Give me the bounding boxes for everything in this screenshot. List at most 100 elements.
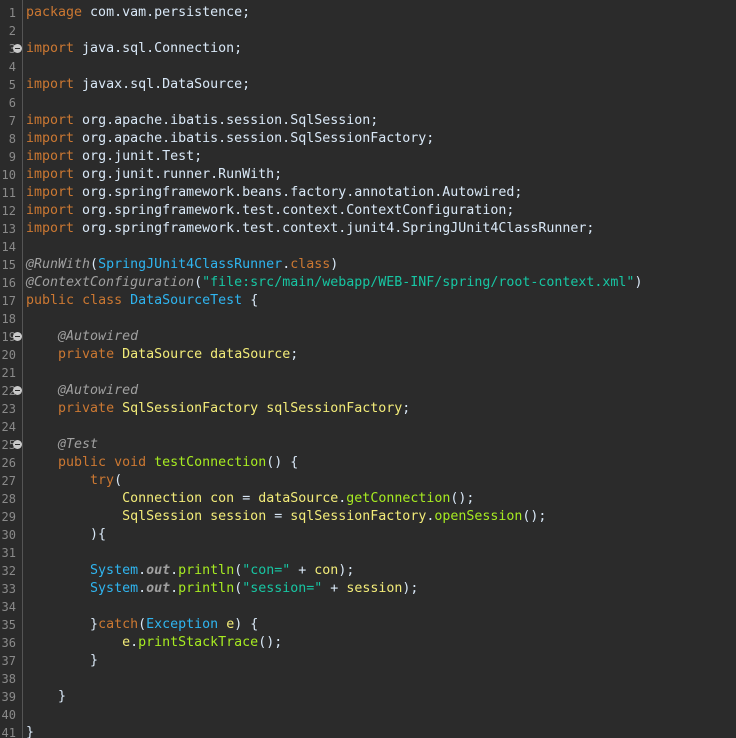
code-token: public: [58, 455, 107, 470]
line-number: 6: [8, 96, 16, 110]
line-number: 32: [1, 564, 16, 578]
code-token: e: [122, 635, 131, 650]
code-line[interactable]: 12 import org.springframework.test.contex…: [0, 202, 736, 220]
code-token: "session=": [242, 581, 323, 596]
code-token: @RunWith: [26, 257, 91, 272]
code-token: =: [266, 509, 291, 524]
code-token: void: [114, 455, 147, 470]
code-line[interactable]: 9 import org.junit.Test;: [0, 148, 736, 166]
line-number: 23: [1, 402, 16, 416]
code-token: private: [58, 347, 115, 362]
code-token: import: [26, 221, 75, 236]
line-number: 24: [1, 420, 16, 434]
code-token: .: [282, 257, 291, 272]
code-token: @Autowired: [58, 329, 139, 344]
code-token: java.sql.Connection;: [74, 41, 243, 56]
code-text: }: [26, 652, 98, 670]
code-text: import org.apache.ibatis.session.SqlSess…: [26, 112, 378, 130]
line-number: 20: [1, 348, 16, 362]
code-line[interactable]: 41}: [0, 724, 736, 738]
code-token: package: [26, 5, 83, 20]
code-line[interactable]: 30 ){: [0, 526, 736, 544]
code-token: }: [26, 653, 99, 668]
code-token: Connection: [122, 491, 203, 506]
line-number: 1: [8, 6, 16, 20]
code-line[interactable]: 27 try(: [0, 472, 736, 490]
code-line[interactable]: 33 System.out.println("session=" + sessi…: [0, 580, 736, 598]
fold-collapse-icon[interactable]: [13, 440, 22, 449]
code-line[interactable]: 21: [0, 364, 736, 382]
code-token: .: [170, 581, 179, 596]
code-line[interactable]: 14: [0, 238, 736, 256]
code-text: System.out.println("con=" + con);: [26, 562, 354, 580]
code-line[interactable]: 38: [0, 670, 736, 688]
code-line[interactable]: 28 Connection con = dataSource.getConnec…: [0, 490, 736, 508]
code-text: public void testConnection() {: [26, 454, 298, 472]
line-number: 5: [8, 78, 16, 92]
code-token: import: [26, 41, 75, 56]
code-token: import: [26, 77, 75, 92]
line-number: 33: [1, 582, 16, 596]
code-token: ();: [522, 509, 547, 524]
fold-collapse-icon[interactable]: [13, 332, 22, 341]
code-line[interactable]: 40: [0, 706, 736, 724]
code-line[interactable]: 3import java.sql.Connection;: [0, 40, 736, 58]
code-line[interactable]: 18: [0, 310, 736, 328]
code-line[interactable]: 19 @Autowired: [0, 328, 736, 346]
code-token: testConnection: [154, 455, 267, 470]
code-text: import org.springframework.test.context.…: [26, 202, 514, 220]
code-text: import org.apache.ibatis.session.SqlSess…: [26, 130, 434, 148]
code-line[interactable]: 4: [0, 58, 736, 76]
code-line[interactable]: 22 @Autowired: [0, 382, 736, 400]
code-token: org.springframework.test.context.junit4.…: [74, 221, 595, 236]
code-line[interactable]: 15 @RunWith(SpringJUnit4ClassRunner.class…: [0, 256, 736, 274]
code-area[interactable]: 1package com.vam.persistence;23import ja…: [0, 4, 736, 738]
code-text: @Test: [26, 436, 98, 454]
line-number: 29: [1, 510, 16, 524]
code-token: out: [146, 581, 171, 596]
code-token: .: [138, 563, 147, 578]
code-line[interactable]: 25 @Test: [0, 436, 736, 454]
code-token: import: [26, 131, 75, 146]
code-line[interactable]: 37 }: [0, 652, 736, 670]
code-line[interactable]: 32 System.out.println("con=" + con);: [0, 562, 736, 580]
code-editor[interactable]: 1package com.vam.persistence;23import ja…: [0, 0, 736, 738]
code-text: }: [26, 688, 66, 706]
code-line[interactable]: 7 import org.apache.ibatis.session.SqlSes…: [0, 112, 736, 130]
code-line[interactable]: 5 import javax.sql.DataSource;: [0, 76, 736, 94]
code-line[interactable]: 17 public class DataSourceTest {: [0, 292, 736, 310]
code-token: () {: [266, 455, 299, 470]
code-token: sqlSessionFactory: [266, 401, 403, 416]
code-line[interactable]: 11 import org.springframework.beans.facto…: [0, 184, 736, 202]
code-line[interactable]: 16 @ContextConfiguration("file:src/main/w…: [0, 274, 736, 292]
code-line[interactable]: 31: [0, 544, 736, 562]
fold-collapse-icon[interactable]: [13, 386, 22, 395]
code-token: +: [290, 563, 315, 578]
code-line[interactable]: 2: [0, 22, 736, 40]
code-token: println: [178, 563, 235, 578]
code-line[interactable]: 24: [0, 418, 736, 436]
line-number: 15: [1, 258, 16, 272]
code-token: catch: [98, 617, 139, 632]
code-line[interactable]: 39 }: [0, 688, 736, 706]
code-line[interactable]: 35 }catch(Exception e) {: [0, 616, 736, 634]
code-line[interactable]: 20 private DataSource dataSource;: [0, 346, 736, 364]
code-line[interactable]: 13 import org.springframework.test.contex…: [0, 220, 736, 238]
code-token: private: [58, 401, 115, 416]
code-line[interactable]: 23 private SqlSessionFactory sqlSessionF…: [0, 400, 736, 418]
code-line[interactable]: 8 import org.apache.ibatis.session.SqlSes…: [0, 130, 736, 148]
fold-collapse-icon[interactable]: [13, 44, 22, 53]
code-line[interactable]: 6: [0, 94, 736, 112]
code-line[interactable]: 36 e.printStackTrace();: [0, 634, 736, 652]
code-line[interactable]: 34: [0, 598, 736, 616]
code-line[interactable]: 29 SqlSession session = sqlSessionFactor…: [0, 508, 736, 526]
code-line[interactable]: 26 public void testConnection() {: [0, 454, 736, 472]
code-line[interactable]: 1 package com.vam.persistence;: [0, 4, 736, 22]
code-token: import: [26, 149, 75, 164]
code-line[interactable]: 10 import org.junit.runner.RunWith;: [0, 166, 736, 184]
